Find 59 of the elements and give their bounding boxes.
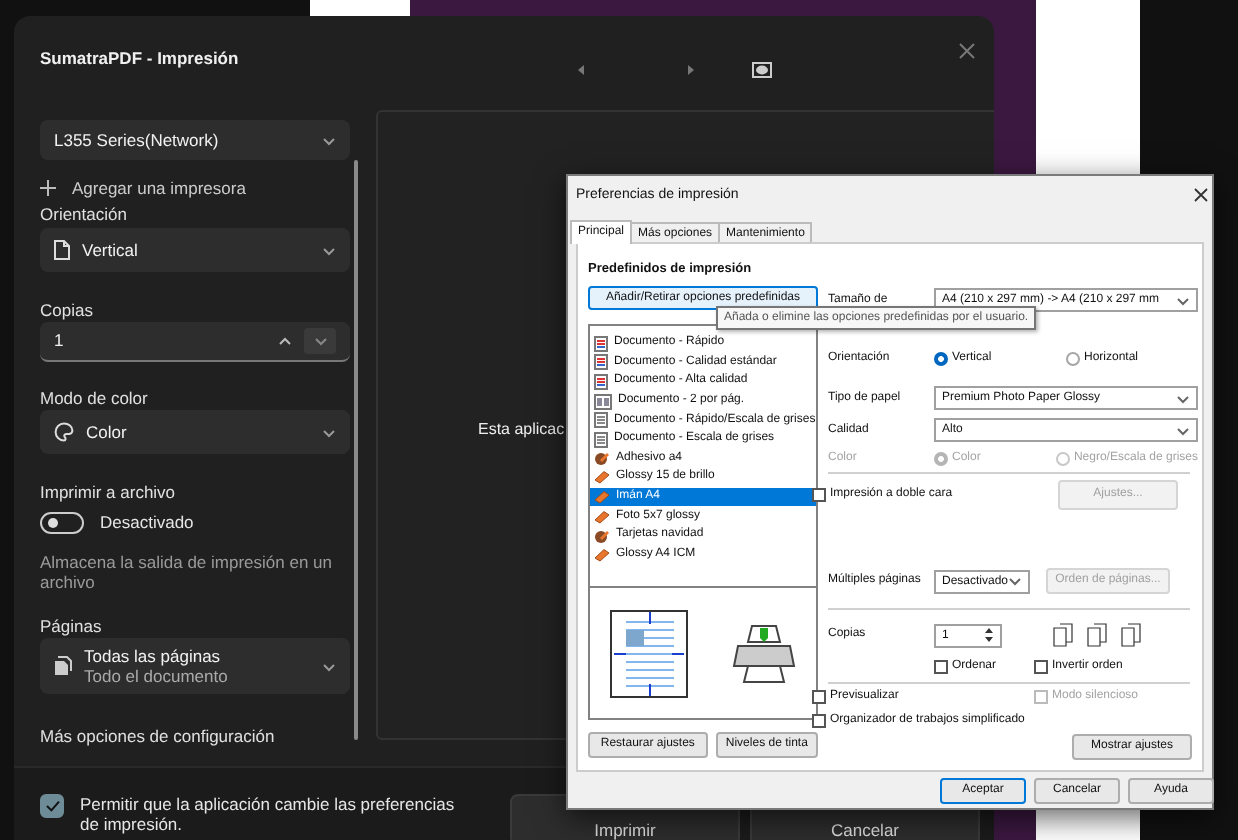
fit-page-icon[interactable] [752,62,772,78]
checkbox[interactable] [812,689,826,703]
two-page-icon [594,393,612,410]
field-label: Imprimir a archivo [40,482,178,504]
select-value: Todas las páginas [84,646,223,666]
add-printer-link[interactable]: Agregar una impresora [72,175,246,201]
more-settings-link[interactable]: Más opciones de configuración [40,726,350,748]
photo-paper-icon [594,547,610,562]
toggle-switch[interactable] [40,511,84,533]
field-label: Páginas [40,616,104,638]
radio-button[interactable] [934,351,948,365]
field-value: 1 [54,328,64,354]
chevron-down-icon [322,245,336,255]
chevron-down-icon [1176,393,1190,403]
field-label: Orientación [40,204,129,226]
select-value: Color [86,419,127,445]
field-description: Almacena la salida de impresión en un archivo [40,552,335,592]
toggle-state-label: Desactivado [100,509,194,535]
plus-icon [40,180,56,196]
chevron-down-icon [1176,425,1190,435]
chevron-down-icon [322,427,336,437]
chevron-down-icon [313,336,327,346]
pages-icon [54,656,72,676]
chevron-down-icon [322,135,336,145]
page-icon [54,240,70,260]
close-icon[interactable] [1194,188,1208,202]
orientation-select[interactable]: Vertical [40,228,350,272]
allow-preferences-checkbox[interactable] [40,794,64,818]
chevron-up-icon [278,336,292,346]
field-label: Copias [40,300,95,322]
decrement-button[interactable] [304,328,336,354]
palette-icon [54,422,74,442]
field-label: Modo de color [40,388,150,410]
custom-preset-icon [594,450,610,467]
printer-select[interactable]: L355 Series(Network) [40,120,350,160]
select-value: L355 Series(Network) [54,127,219,153]
radio-button[interactable] [1066,351,1080,365]
check-icon [45,800,59,812]
chevron-down-icon [1008,576,1023,586]
preview-message: Esta aplicac [478,418,565,442]
select-value: Vertical [82,237,138,263]
checkbox[interactable] [812,713,826,727]
checkbox-label: Permitir que la aplicación cambie las preferencias de impresión. [80,794,457,834]
printer-drawing [731,621,796,685]
pages-select[interactable]: Todas las páginas Todo el documento [40,638,350,694]
checkbox[interactable] [934,659,948,673]
copies-spinbox[interactable]: 1 [40,322,350,362]
custom-preset-icon [594,527,610,544]
chevron-down-icon [322,661,336,671]
spin-arrows-icon[interactable] [984,626,994,644]
next-page-icon[interactable] [686,64,696,76]
previous-page-icon[interactable] [576,64,586,76]
window-title: SumatraPDF - Impresión [40,46,239,72]
chevron-down-icon [1176,295,1190,305]
select-subtext: Todo el documento [84,666,228,686]
page-layout-drawing [610,609,691,697]
checkbox[interactable] [812,488,826,502]
checkbox[interactable] [1034,659,1048,673]
color-mode-select[interactable]: Color [40,410,350,454]
